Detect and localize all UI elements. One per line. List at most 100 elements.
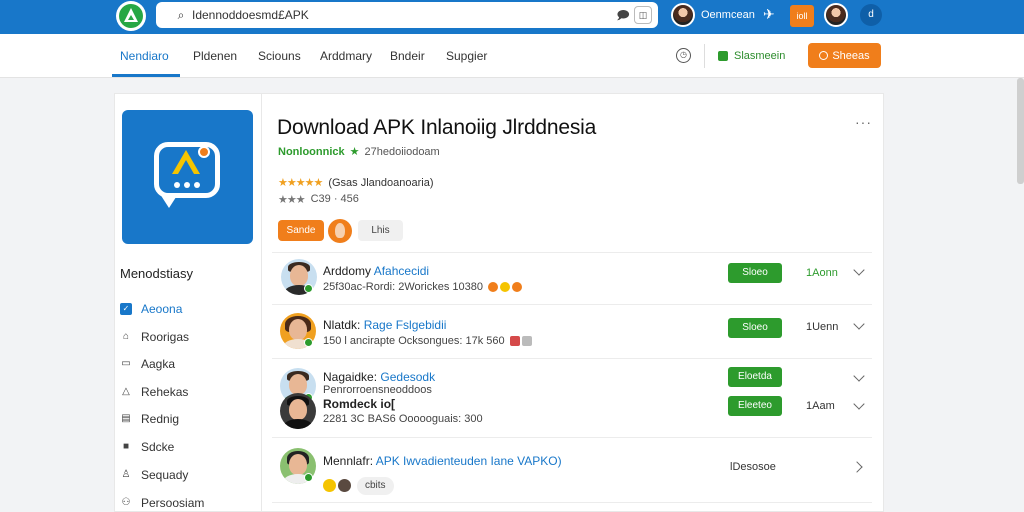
reviewer-name[interactable]: Nlatdk: Rage Fslgebidii — [323, 318, 446, 332]
row-divider — [272, 252, 872, 253]
review-stat: 1Aonn — [806, 267, 838, 279]
sidebar-item-label: Aagka — [141, 357, 176, 371]
sidebar-item-1[interactable]: ✓ Aeoona — [120, 302, 182, 316]
name-text: Arddomy — [323, 264, 372, 278]
home-icon: ⌂ — [122, 331, 130, 342]
dot-icon — [194, 182, 200, 188]
rating-stars-icon: ★★★★★ — [278, 177, 323, 189]
top-bar: ⌕ Idennoddoesmd£APK 🗩 ◫ Oenmcean ✈ ioll … — [0, 0, 1024, 34]
more-options-icon[interactable]: ··· — [855, 114, 872, 130]
notification-button[interactable]: ioll — [790, 5, 814, 27]
sidebar-title: Menodstiasy — [120, 266, 193, 281]
reviewer-name[interactable]: Mennlafr: APK Iwvadienteuden Iane VAPKO) — [323, 454, 562, 468]
row-divider — [272, 502, 872, 503]
review-meta: 2281 3C BAS6 Oooooguais: 300 — [323, 413, 483, 425]
primary-pill-button[interactable]: Sande — [278, 220, 324, 241]
sidebar-item-label: Sdcke — [141, 440, 175, 454]
online-indicator — [304, 473, 313, 482]
sidebar-item-5[interactable]: ▤ Rednig — [120, 412, 179, 426]
name-text: Romdeck — [323, 397, 378, 411]
reaction-icon — [323, 479, 336, 492]
nav-tab-6[interactable]: Supgier — [446, 49, 487, 63]
nav-tab-2[interactable]: Pldenen — [193, 49, 237, 63]
search-bar[interactable]: ⌕ Idennoddoesmd£APK 🗩 ◫ — [156, 2, 658, 28]
sidebar-item-6[interactable]: ■ Sdcke — [120, 440, 174, 454]
developer-meta: 27hedoiiodoam — [364, 145, 440, 158]
bell-icon: △ — [122, 386, 130, 397]
user-icon: ♙ — [121, 469, 131, 480]
sidebar-item-label: Roorigas — [141, 330, 190, 344]
review-action-button[interactable]: Eloetda — [728, 367, 782, 387]
face — [290, 265, 308, 286]
nav-bar: Nendiaro Pldenen Sciouns Arddmary Bndeir… — [0, 34, 1024, 78]
image-search-icon[interactable]: ◫ — [634, 6, 652, 24]
rating-text: (Gsas Jlandoanoaria) — [328, 176, 434, 189]
nav-tab-1[interactable]: Nendiaro — [120, 49, 169, 63]
developer-line: Nonloonnick ★ 27hedoiiodoam — [278, 145, 440, 159]
logo-icon — [119, 4, 143, 28]
row-divider — [272, 304, 872, 305]
face — [289, 374, 307, 395]
nav-tab-4[interactable]: Arddmary — [320, 49, 372, 63]
dot-icon — [174, 182, 180, 188]
developer-name[interactable]: Nonloonnick — [278, 146, 345, 158]
sidebar-item-4[interactable]: △ Rehekas — [120, 385, 188, 399]
settings-button[interactable]: d — [860, 4, 882, 26]
review-stat: 1Uenn — [806, 321, 839, 333]
app-title: Download APK Inlanoiig Jlrddnesia — [277, 116, 597, 139]
review-meta: 150 l ancirapte Ocksongues: 17k 560 — [323, 335, 532, 347]
badge-icon — [521, 336, 532, 347]
sidebar-item-2[interactable]: ⌂ Roorigas — [120, 330, 189, 344]
reviewer-name[interactable]: Romdeck io[ — [323, 397, 395, 411]
scrollbar[interactable] — [1017, 78, 1024, 184]
name-highlight: Afahcecidi — [373, 264, 430, 278]
divider — [704, 44, 705, 68]
reviewer-name[interactable]: Nagaidke: Gedesodk — [323, 370, 435, 384]
share-button[interactable]: Sheeas — [808, 43, 881, 68]
search-input[interactable]: Idennoddoesmd£APK — [192, 8, 612, 22]
badge-icon — [198, 146, 210, 158]
nav-tab-5[interactable]: Bndeir — [390, 49, 425, 63]
sidebar-item-label: Sequady — [141, 468, 189, 482]
rating-count: C39 · 456 — [310, 193, 359, 205]
sidebar-item-7[interactable]: ♙ Sequady — [120, 468, 189, 482]
app-icon — [122, 110, 253, 244]
clock-icon[interactable]: ◷ — [676, 48, 691, 63]
nav-tab-3[interactable]: Sciouns — [258, 49, 301, 63]
app-logo[interactable] — [116, 1, 146, 31]
secondary-pill-button[interactable]: Lhis — [358, 220, 403, 241]
triangle-cutout — [178, 160, 194, 174]
review-action-button[interactable]: Sloeo — [728, 318, 782, 338]
pill-avatar[interactable] — [328, 219, 352, 243]
square-icon: ■ — [122, 441, 130, 452]
badge-icon — [509, 336, 520, 347]
user-avatar[interactable] — [671, 3, 695, 27]
circle-icon — [819, 51, 829, 60]
grey-stars-icon: ★★★ — [278, 194, 306, 206]
review-meta: 25f30ac-Rordi: 2Worickes 10380 — [323, 281, 523, 293]
sidebar-item-3[interactable]: ▭ Aagka — [120, 357, 175, 371]
plane-icon[interactable]: ✈ — [763, 6, 775, 23]
face — [289, 399, 307, 420]
chat-icon: ▭ — [121, 358, 131, 369]
meta-text: 25f30ac-Rordi: 2Worickes 10380 — [323, 281, 483, 293]
body — [283, 419, 313, 429]
sidebar-item-label: Rednig — [141, 412, 180, 426]
dot-icon — [184, 182, 190, 188]
sidebar-item-8[interactable]: ⚇ Persoosiam — [120, 496, 205, 510]
review-action-button[interactable]: Sloeo — [728, 263, 782, 283]
user-name[interactable]: Oenmcean — [701, 9, 755, 21]
reviewer-avatar[interactable] — [280, 393, 316, 429]
tag-chip[interactable]: cbits — [357, 477, 394, 495]
secondary-avatar[interactable] — [824, 3, 848, 27]
message-icon: ▤ — [121, 413, 131, 424]
install-button[interactable]: Slasmeein — [714, 44, 798, 68]
reviewer-name[interactable]: Arddomy Afahcecidi — [323, 264, 429, 278]
share-label: Sheeas — [832, 49, 870, 62]
name-highlight: APK Iwvadienteuden Iane VAPKO) — [375, 454, 562, 468]
voice-search-icon[interactable]: 🗩 — [612, 5, 634, 25]
check-square-icon: ✓ — [120, 303, 132, 315]
review-meta: Penrorroensneoddoos — [323, 384, 432, 396]
row-divider — [272, 358, 872, 359]
review-action-button[interactable]: Eleeteo — [728, 396, 782, 416]
